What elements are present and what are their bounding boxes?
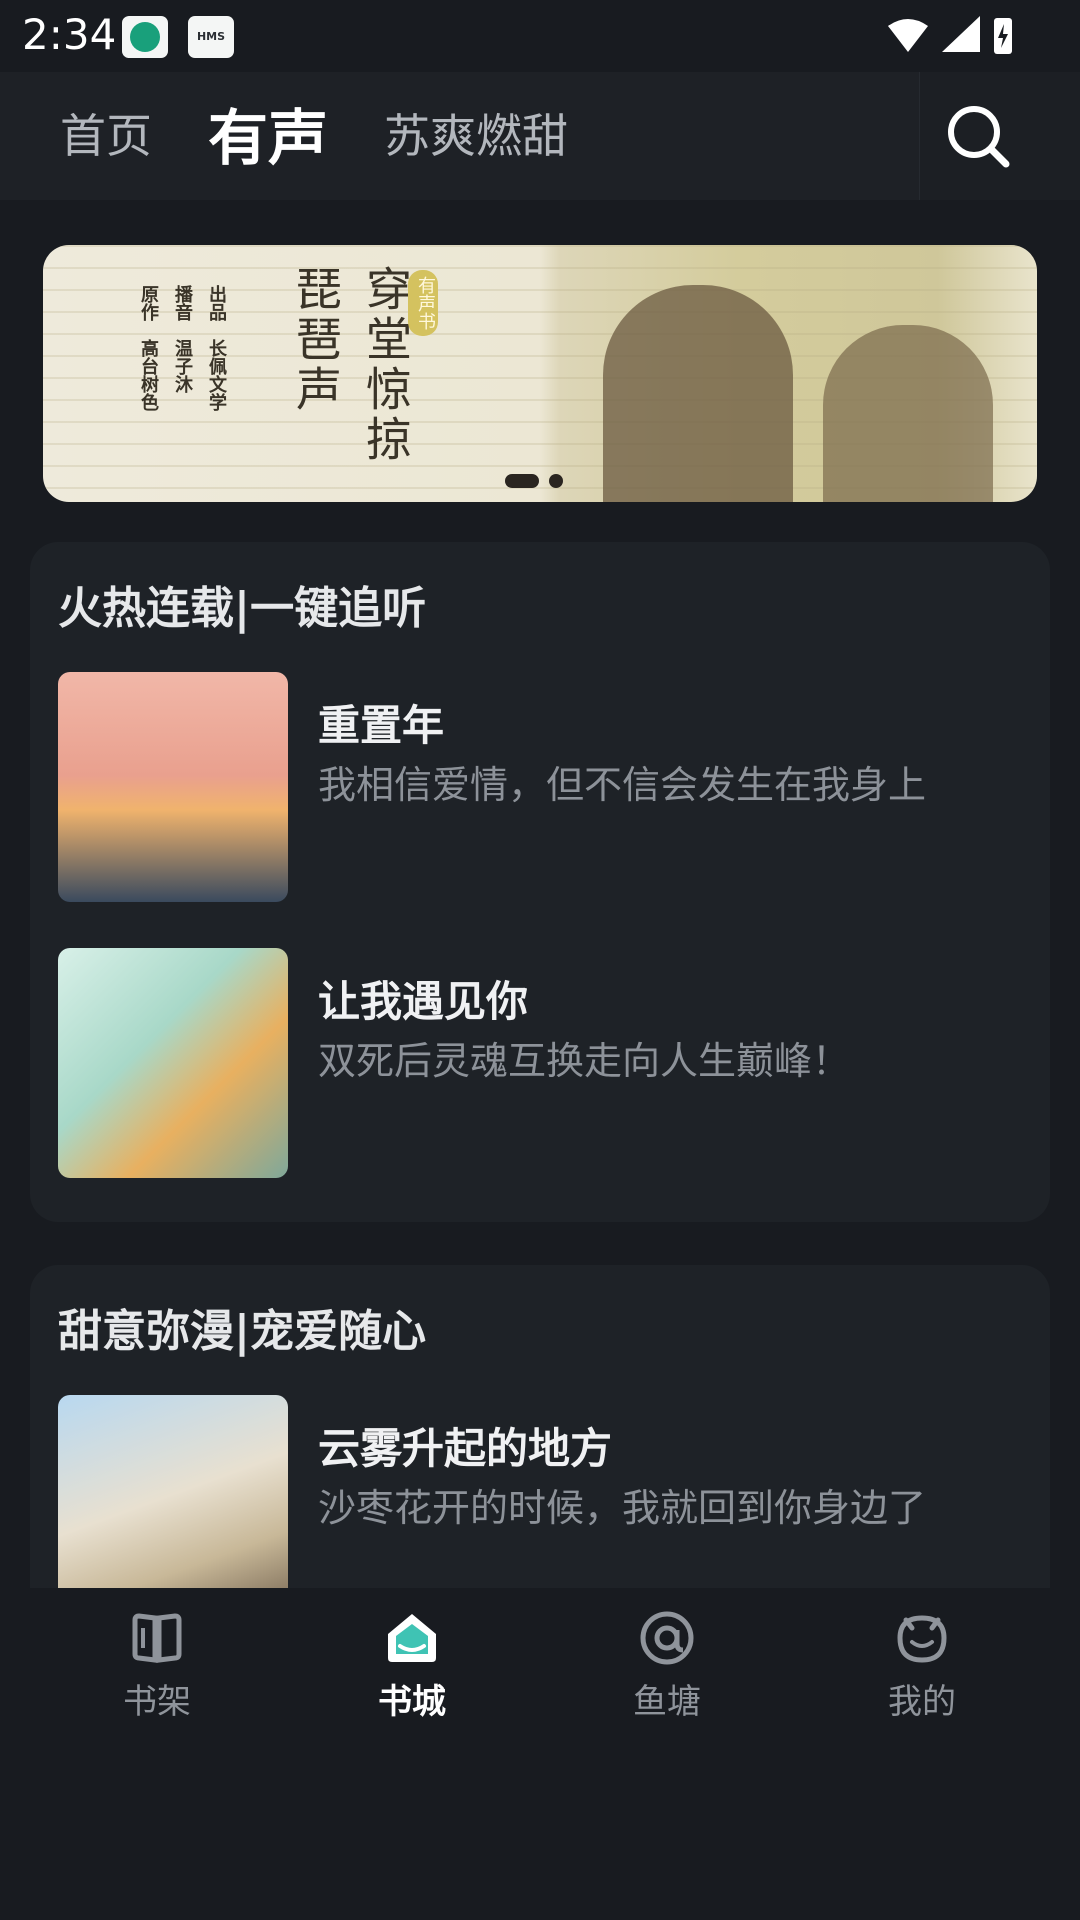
search-button[interactable] <box>919 72 1080 200</box>
bookshelf-icon <box>132 1613 182 1663</box>
hms-notification-icon: HMS <box>188 16 234 58</box>
nav-fishpond[interactable]: 鱼塘 <box>577 1608 757 1728</box>
nav-label: 我的 <box>888 1682 956 1722</box>
book-description: 双死后灵魂互换走向人生巅峰！ <box>318 1039 851 1083</box>
banner-title-line1: 琵琶声 <box>289 265 343 415</box>
section-hot-serials: 火热连载|一键追听 重置年 我相信爱情，但不信会发生在我身上 让我遇见你 双死后… <box>30 542 1050 1222</box>
at-sign-icon <box>640 1611 694 1665</box>
banner-credit-narrator: 播音 温子沐 <box>172 285 193 393</box>
promo-banner[interactable]: 原作 高台树色 播音 温子沐 出品 长佩文学 琵琶声 穿堂惊掠 有声书 <box>43 245 1037 502</box>
tab-home[interactable]: 首页 <box>60 100 152 166</box>
status-bar: 2:34 HMS <box>0 0 1080 72</box>
nav-label: 书城 <box>378 1682 446 1722</box>
book-description: 我相信爱情，但不信会发生在我身上 <box>318 763 927 807</box>
search-icon <box>948 106 1010 168</box>
nav-bookshelf[interactable]: 书架 <box>67 1608 247 1728</box>
signal-icon <box>942 16 980 52</box>
book-cover <box>58 948 288 1178</box>
banner-illustration-figure <box>603 285 793 502</box>
banner-credit-publisher: 出品 长佩文学 <box>206 285 227 411</box>
section-title: 甜意弥漫|宠爱随心 <box>58 1306 427 1357</box>
pagination-dot[interactable] <box>549 474 563 488</box>
system-status-icons <box>888 16 1012 54</box>
notification-app-icon <box>122 16 168 58</box>
book-item[interactable]: 重置年 我相信爱情，但不信会发生在我身上 <box>58 672 958 902</box>
nav-profile[interactable]: 我的 <box>832 1608 1012 1728</box>
wifi-icon <box>888 19 928 52</box>
tab-romance[interactable]: 苏爽燃甜 <box>384 100 568 166</box>
bookstore-home-icon <box>388 1614 436 1662</box>
pagination-dot-active[interactable] <box>505 474 539 488</box>
status-time: 2:34 <box>22 10 117 59</box>
banner-credit-author: 原作 高台树色 <box>138 285 159 411</box>
banner-pagination <box>505 473 573 492</box>
banner-illustration-figure <box>823 325 993 502</box>
book-description: 沙枣花开的时候，我就回到你身边了 <box>318 1486 927 1530</box>
tab-audio[interactable]: 有声 <box>208 90 328 177</box>
nav-label: 鱼塘 <box>633 1682 701 1722</box>
banner-tag: 有声书 <box>408 270 438 336</box>
book-title: 重置年 <box>318 701 445 750</box>
section-sweet-romance: 甜意弥漫|宠爱随心 云雾升起的地方 沙枣花开的时候，我就回到你身边了 <box>30 1265 1050 1625</box>
book-title: 云雾升起的地方 <box>318 1424 613 1473</box>
profile-face-icon <box>897 1615 947 1663</box>
nav-bookstore[interactable]: 书城 <box>322 1608 502 1728</box>
book-title: 让我遇见你 <box>318 977 529 1026</box>
book-cover <box>58 672 288 902</box>
book-item[interactable]: 让我遇见你 双死后灵魂互换走向人生巅峰！ <box>58 948 958 1178</box>
section-title: 火热连载|一键追听 <box>58 583 427 634</box>
nav-label: 书架 <box>123 1682 191 1722</box>
bottom-navigation: 书架 书城 鱼塘 我的 <box>0 1588 1080 1748</box>
top-tab-bar: 首页 有声 苏爽燃甜 <box>0 72 1080 200</box>
